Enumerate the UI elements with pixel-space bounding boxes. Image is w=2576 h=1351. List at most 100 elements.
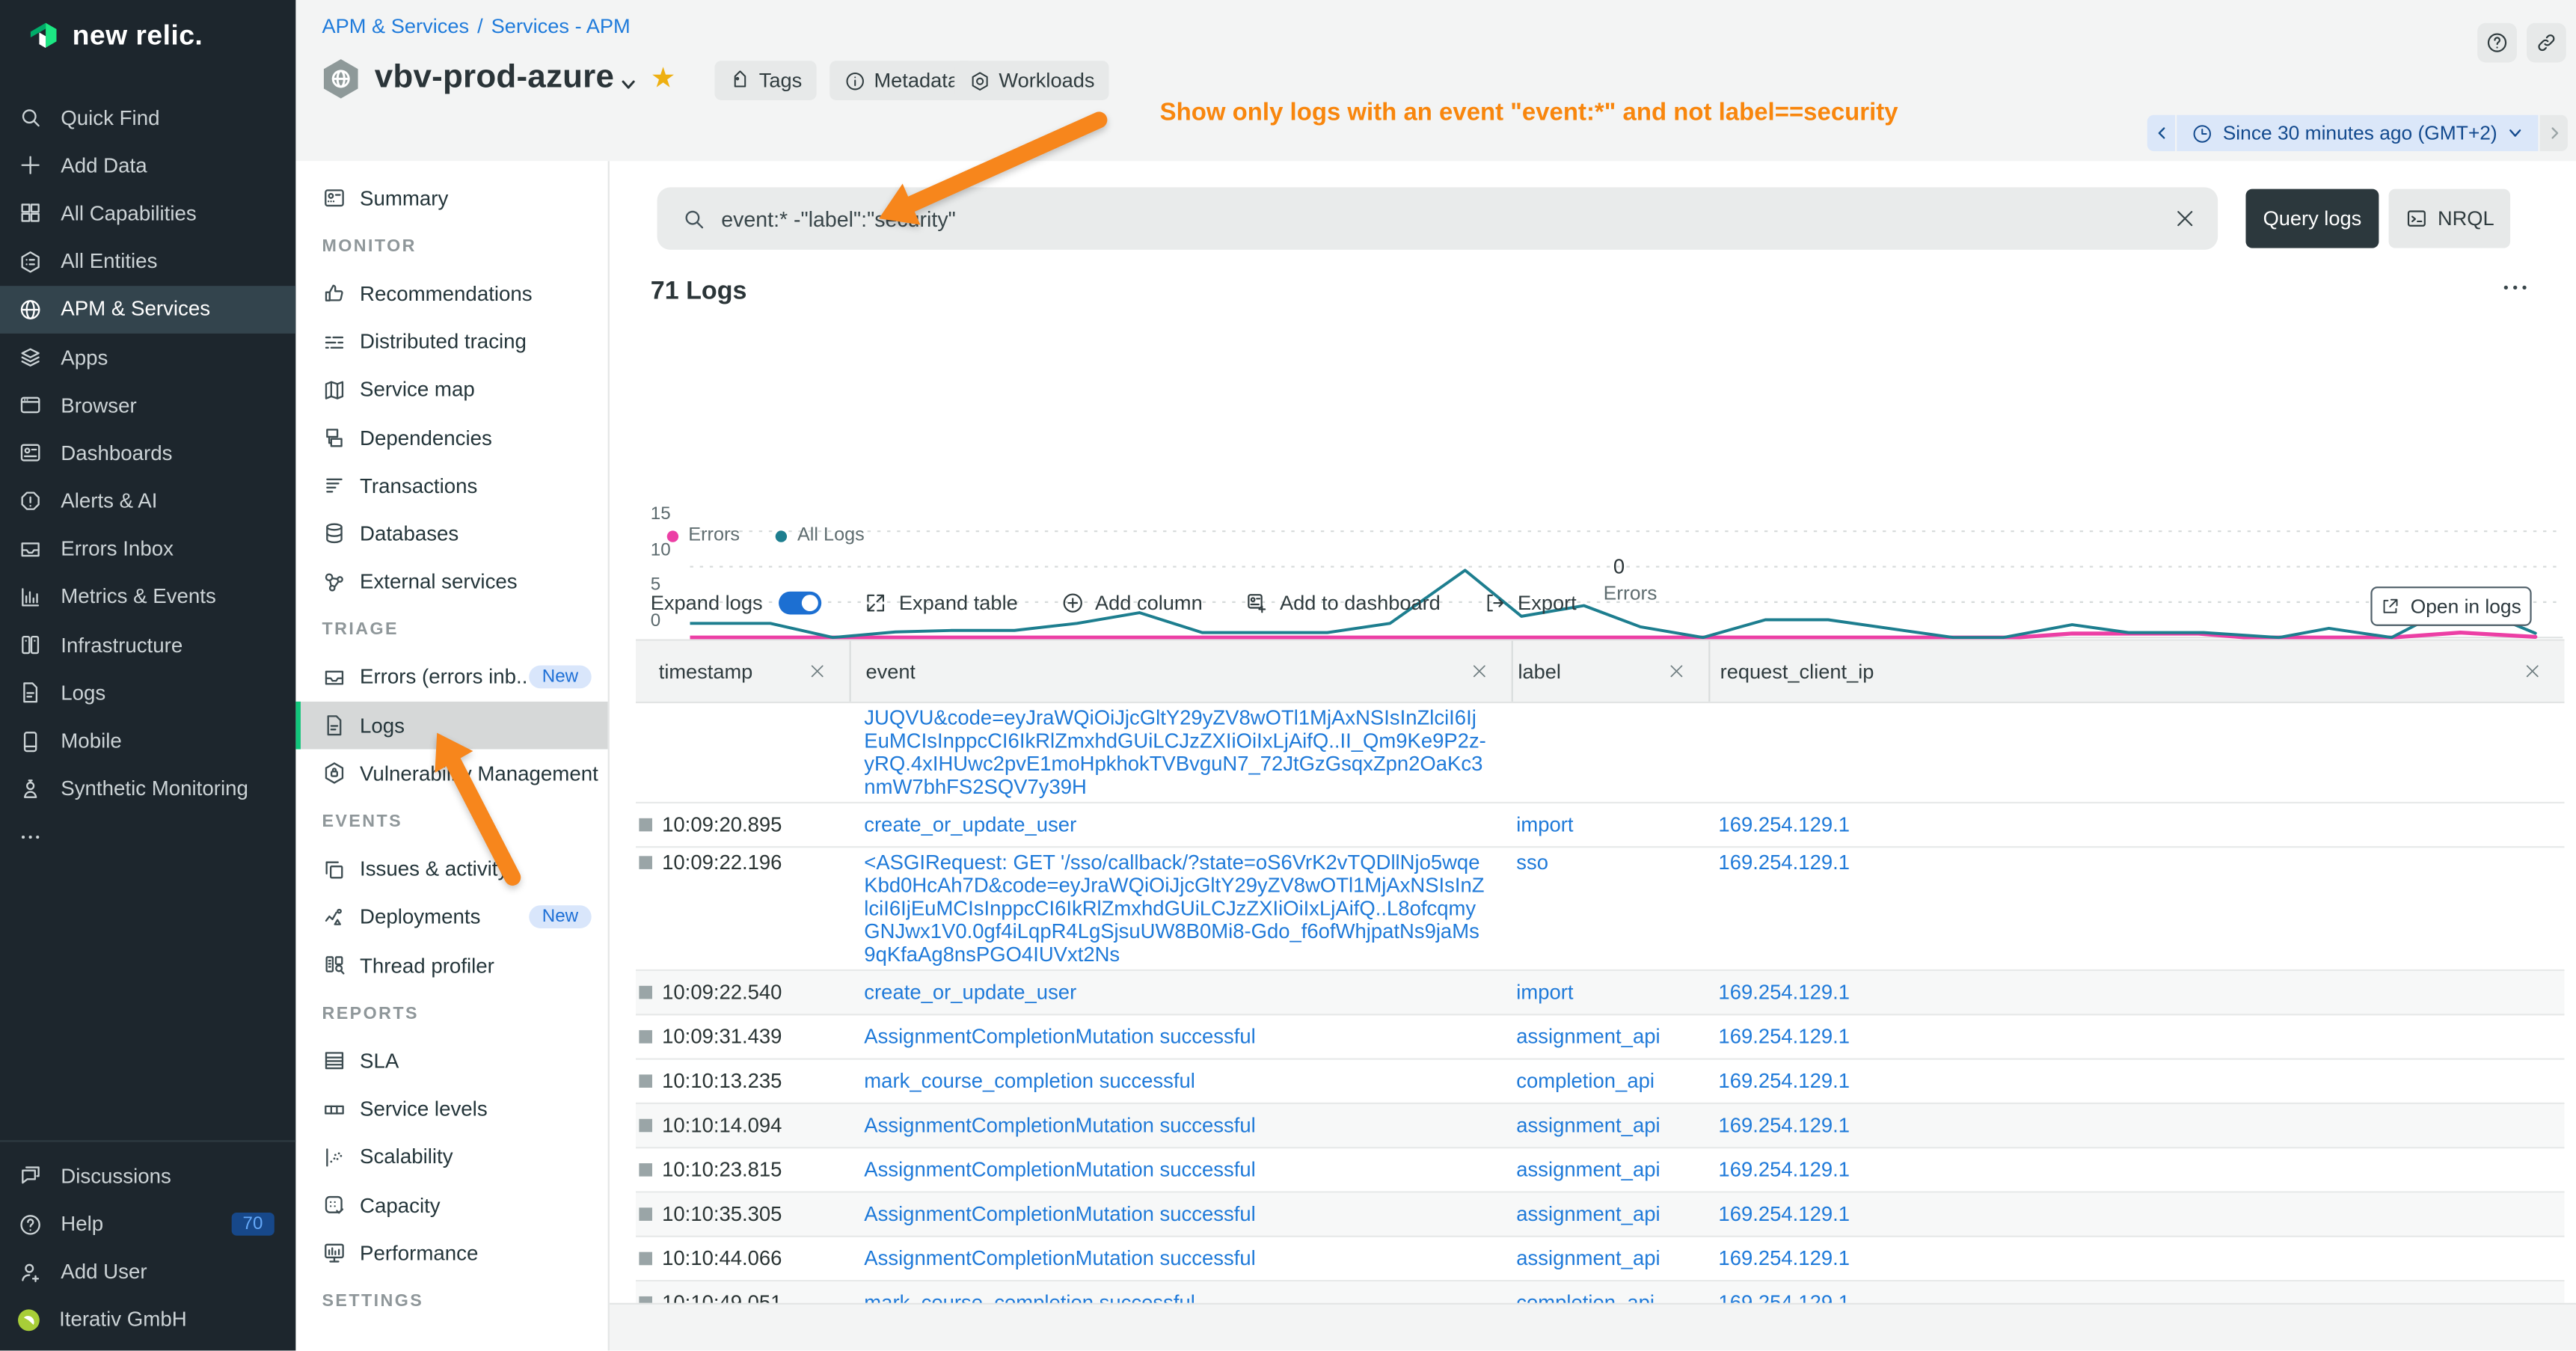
expand-table-button[interactable]: Expand table: [865, 592, 1018, 615]
sidebar-item-help[interactable]: Help70: [0, 1200, 295, 1248]
sidebar-item-apps[interactable]: Apps: [0, 334, 295, 382]
panel-menu-icon[interactable]: [2500, 273, 2530, 303]
subnav-item-recommendations[interactable]: Recommendations: [295, 270, 607, 318]
log-label-link[interactable]: assignment_api: [1512, 1247, 1709, 1270]
subnav-item-service-levels[interactable]: Service levels: [295, 1085, 607, 1133]
time-picker-button[interactable]: Since 30 minutes ago (GMT+2): [2177, 115, 2538, 151]
column-header-timestamp[interactable]: timestamp: [636, 641, 850, 702]
subnav-item-external-services[interactable]: External services: [295, 558, 607, 606]
log-client-ip-link[interactable]: 169.254.129.1: [1708, 1114, 2564, 1137]
subnav-item-dependencies[interactable]: Dependencies: [295, 414, 607, 462]
open-in-logs-button[interactable]: Open in logs: [2370, 586, 2531, 626]
log-client-ip-link[interactable]: 169.254.129.1: [1708, 1070, 2564, 1093]
subnav-item-performance[interactable]: Performance: [295, 1229, 607, 1277]
log-event-link[interactable]: <ASGIRequest: GET '/sso/callback/?state=…: [850, 851, 1512, 966]
subnav-item-sla[interactable]: SLA: [295, 1038, 607, 1085]
new-relic-logo[interactable]: new relic.: [26, 18, 203, 54]
log-client-ip-link[interactable]: 169.254.129.1: [1708, 1158, 2564, 1181]
subnav-item-issues-activity[interactable]: Issues & activity: [295, 845, 607, 893]
sidebar-item-more[interactable]: [0, 813, 295, 861]
log-event-link[interactable]: JUQVU&code=eyJraWQiOiJjcGltY29yZV8wOTl1M…: [850, 706, 1512, 798]
subnav-item-thread-profiler[interactable]: Thread profiler: [295, 942, 607, 990]
sidebar-item-logs[interactable]: Logs: [0, 669, 295, 717]
breadcrumb-link-apm[interactable]: APM & Services: [322, 15, 469, 38]
time-picker-prev-button[interactable]: [2147, 115, 2175, 151]
sidebar-item-add-user[interactable]: Add User: [0, 1248, 295, 1296]
log-event-link[interactable]: AssignmentCompletionMutation successful: [850, 1247, 1512, 1270]
log-event-link[interactable]: AssignmentCompletionMutation successful: [850, 1203, 1512, 1226]
log-label-link[interactable]: completion_api: [1512, 1070, 1709, 1093]
sidebar-item-apm-services[interactable]: APM & Services: [0, 286, 295, 334]
nrql-button[interactable]: NRQL: [2389, 189, 2511, 248]
sidebar-item-dashboards[interactable]: Dashboards: [0, 429, 295, 477]
sidebar-item-infrastructure[interactable]: Infrastructure: [0, 621, 295, 669]
log-label-link[interactable]: assignment_api: [1512, 1203, 1709, 1226]
subnav-item-logs[interactable]: Logs: [295, 702, 607, 750]
sidebar-item-errors-inbox[interactable]: Errors Inbox: [0, 525, 295, 573]
sidebar-item-all-capabilities[interactable]: All Capabilities: [0, 189, 295, 237]
log-event-link[interactable]: AssignmentCompletionMutation successful: [850, 1158, 1512, 1181]
log-client-ip-link[interactable]: 169.254.129.1: [1708, 981, 2564, 1004]
sidebar-item-metrics-events[interactable]: Metrics & Events: [0, 573, 295, 621]
log-row[interactable]: 10:10:35.305AssignmentCompletionMutation…: [636, 1193, 2565, 1237]
log-row[interactable]: 10:09:22.196<ASGIRequest: GET '/sso/call…: [636, 848, 2565, 971]
workloads-button[interactable]: Workloads: [954, 61, 1109, 100]
log-label-link[interactable]: assignment_api: [1512, 1114, 1709, 1137]
subnav-item-capacity[interactable]: Capacity: [295, 1181, 607, 1229]
log-row[interactable]: 10:10:14.094AssignmentCompletionMutation…: [636, 1104, 2565, 1148]
log-client-ip-link[interactable]: 169.254.129.1: [1708, 1203, 2564, 1226]
metadata-button[interactable]: Metadata: [829, 61, 974, 100]
log-client-ip-link[interactable]: 169.254.129.1: [1708, 1247, 2564, 1270]
log-row[interactable]: JUQVU&code=eyJraWQiOiJjcGltY29yZV8wOTl1M…: [636, 703, 2565, 803]
log-label-link[interactable]: assignment_api: [1512, 1158, 1709, 1181]
log-row[interactable]: 10:10:49.051mark_course_completion succe…: [636, 1281, 2565, 1305]
sidebar-item-alerts-ai[interactable]: Alerts & AI: [0, 477, 295, 525]
sidebar-item-quick-find[interactable]: Quick Find: [0, 94, 295, 141]
log-row[interactable]: 10:10:23.815AssignmentCompletionMutation…: [636, 1148, 2565, 1192]
favorite-star-icon[interactable]: ★: [651, 62, 675, 95]
log-row[interactable]: 10:10:44.066AssignmentCompletionMutation…: [636, 1237, 2565, 1281]
subnav-item-errors-errors-inb[interactable]: Errors (errors inb...New: [295, 654, 607, 702]
log-client-ip-link[interactable]: 169.254.129.1: [1708, 1026, 2564, 1049]
legend-item-errors[interactable]: Errors: [667, 526, 740, 545]
log-row[interactable]: 10:09:22.540create_or_update_userimport1…: [636, 971, 2565, 1015]
sidebar-item-discussions[interactable]: Discussions: [0, 1152, 295, 1200]
expand-logs-toggle[interactable]: [779, 592, 822, 615]
subnav-item-databases[interactable]: Databases: [295, 510, 607, 558]
query-logs-button[interactable]: Query logs: [2245, 189, 2379, 248]
log-event-link[interactable]: mark_course_completion successful: [850, 1070, 1512, 1093]
log-row[interactable]: 10:09:20.895create_or_update_userimport1…: [636, 803, 2565, 848]
subnav-item-transactions[interactable]: Transactions: [295, 462, 607, 509]
permalink-button[interactable]: [2527, 23, 2566, 63]
log-label-link[interactable]: import: [1512, 981, 1709, 1004]
subnav-item-service-map[interactable]: Service map: [295, 366, 607, 414]
log-label-link[interactable]: sso: [1512, 851, 1709, 874]
help-button-top[interactable]: [2477, 23, 2517, 63]
sidebar-item-mobile[interactable]: Mobile: [0, 717, 295, 765]
column-header-request-client-ip[interactable]: request_client_ip: [1708, 641, 2564, 702]
export-button[interactable]: Export: [1483, 592, 1577, 615]
log-row[interactable]: 10:09:31.439AssignmentCompletionMutation…: [636, 1015, 2565, 1059]
add-to-dashboard-button[interactable]: Add to dashboard: [1245, 592, 1441, 615]
log-label-link[interactable]: assignment_api: [1512, 1026, 1709, 1049]
subnav-item-summary[interactable]: Summary: [295, 174, 607, 222]
breadcrumb-link-services[interactable]: Services - APM: [491, 15, 631, 38]
subnav-item-scalability[interactable]: Scalability: [295, 1133, 607, 1181]
clear-query-icon[interactable]: [2174, 207, 2197, 230]
log-query-input[interactable]: event:* -"label":"security": [657, 187, 2218, 249]
sidebar-item-browser[interactable]: Browser: [0, 382, 295, 429]
subnav-item-vulnerability-management[interactable]: Vulnerability Management: [295, 750, 607, 797]
log-row[interactable]: 10:10:13.235mark_course_completion succe…: [636, 1060, 2565, 1104]
log-event-link[interactable]: create_or_update_user: [850, 813, 1512, 836]
sidebar-item-synthetic-monitoring[interactable]: Synthetic Monitoring: [0, 765, 295, 813]
remove-column-icon[interactable]: [1667, 662, 1685, 680]
add-column-button[interactable]: Add column: [1061, 592, 1203, 615]
sidebar-item-iterativ-gmbh[interactable]: Iterativ GmbH: [0, 1296, 295, 1344]
sidebar-item-all-entities[interactable]: All Entities: [0, 238, 295, 286]
remove-column-icon[interactable]: [2524, 662, 2542, 680]
log-event-link[interactable]: AssignmentCompletionMutation successful: [850, 1026, 1512, 1049]
log-client-ip-link[interactable]: 169.254.129.1: [1708, 851, 2564, 874]
time-picker-next-button[interactable]: [2540, 115, 2568, 151]
subnav-item-deployments[interactable]: DeploymentsNew: [295, 893, 607, 941]
sidebar-item-add-data[interactable]: Add Data: [0, 141, 295, 189]
